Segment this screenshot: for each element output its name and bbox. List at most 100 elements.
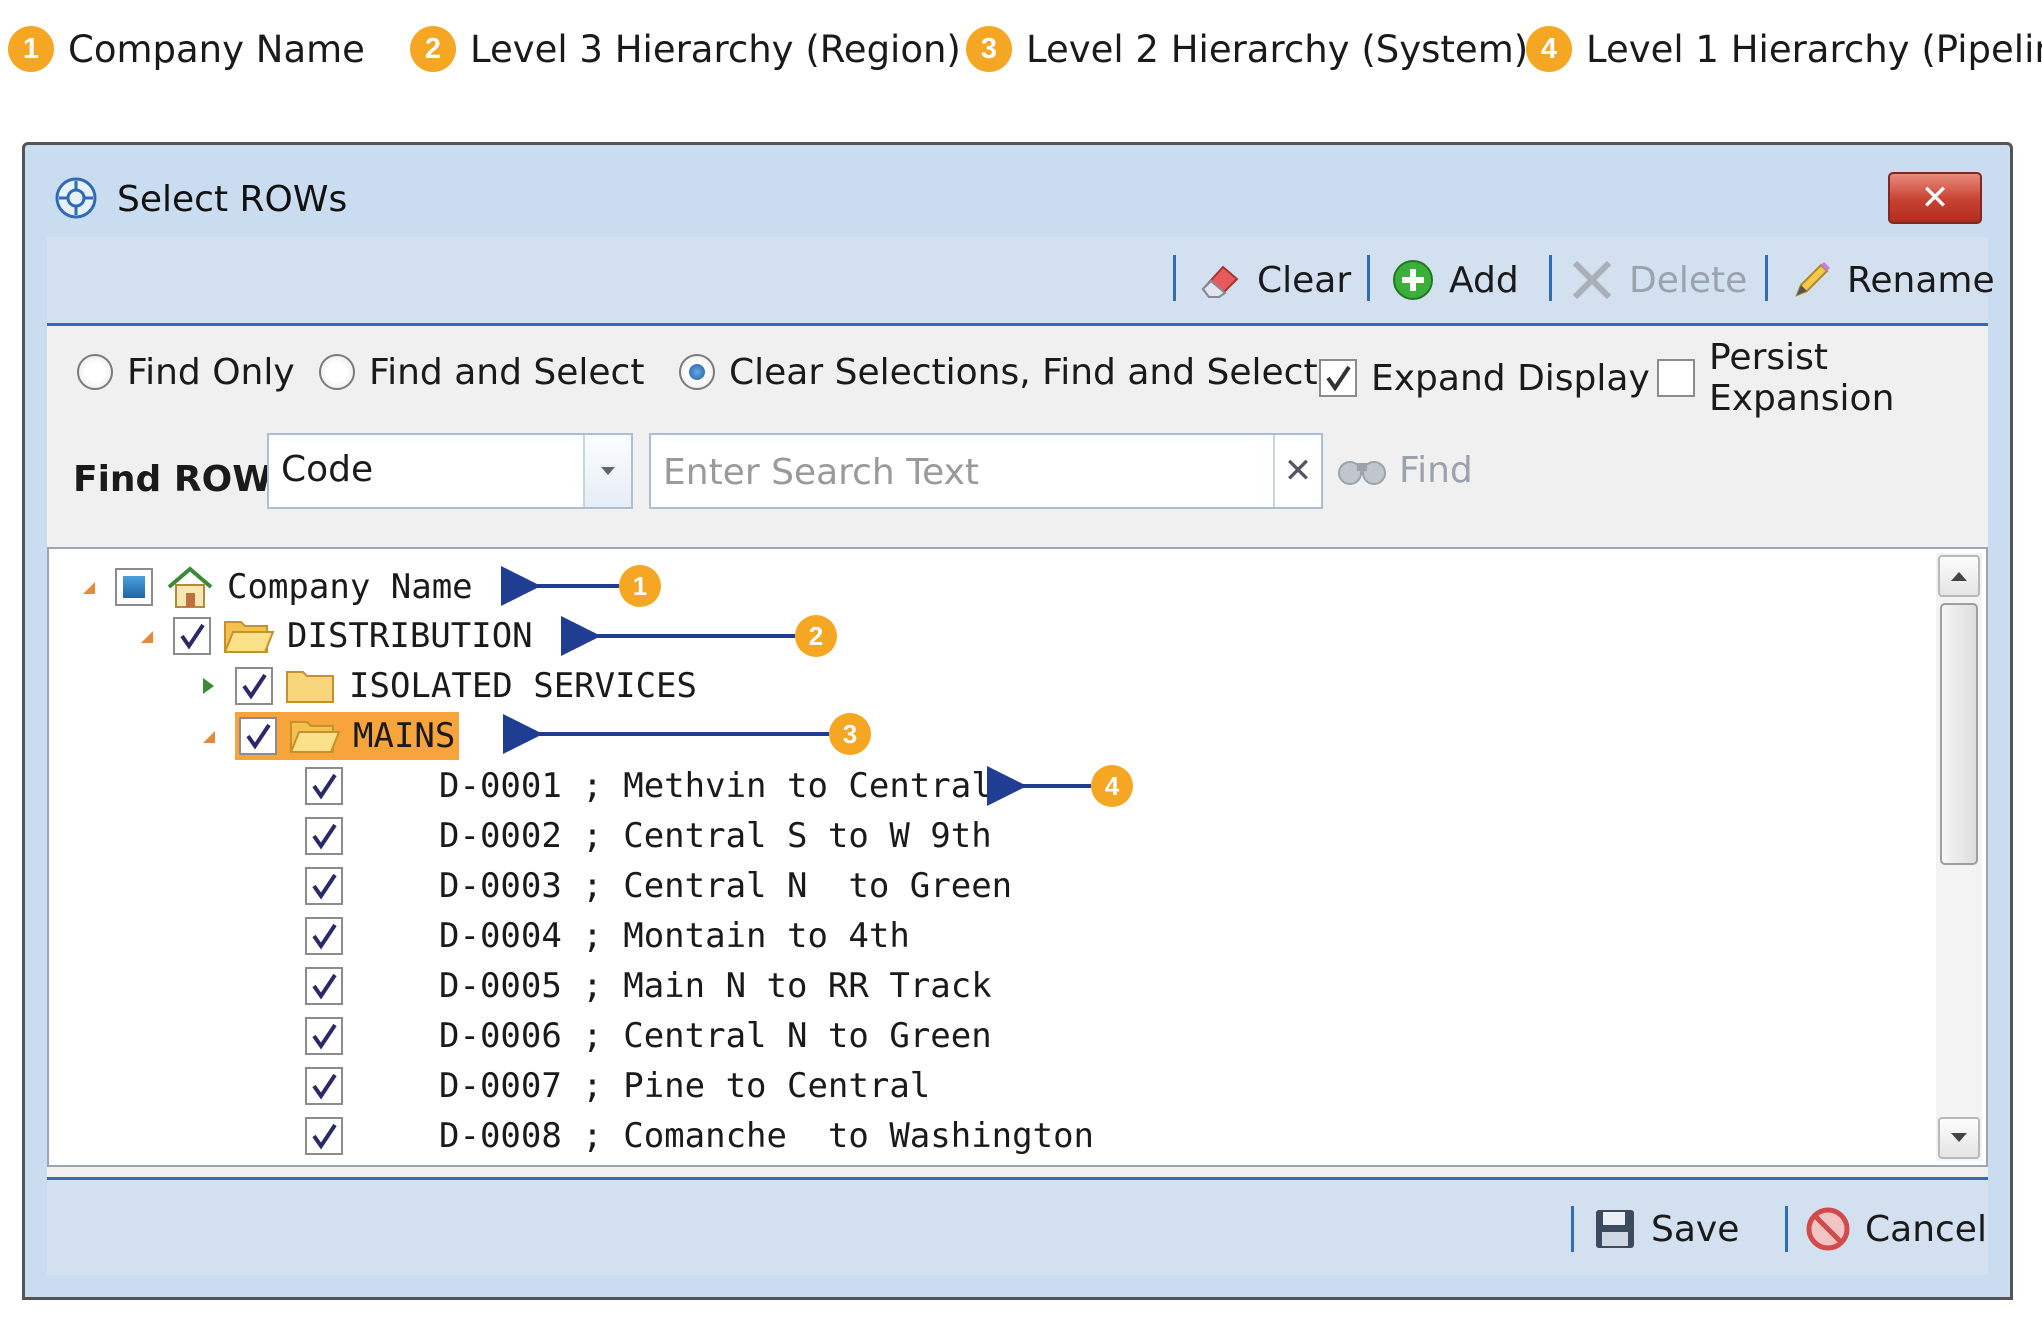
tree-node-pipeline[interactable]: D-0007 ; Pine to Central [305, 1062, 930, 1110]
home-icon [167, 566, 213, 608]
checkbox[interactable] [305, 967, 343, 1005]
title-bar[interactable]: Select ROWs ✕ [25, 145, 2010, 235]
checkmark-icon [312, 873, 337, 900]
scroll-up-button[interactable] [1938, 555, 1980, 597]
tree-node-label: D-0008 ; Comanche to Washington [439, 1116, 1095, 1156]
radio-button[interactable] [319, 354, 355, 390]
annotation-badge-4: 4 [1091, 765, 1133, 807]
delete-x-icon [1572, 260, 1612, 300]
radio-label: Find Only [127, 351, 295, 393]
radio-button[interactable] [77, 354, 113, 390]
toolbar-separator [1173, 255, 1176, 301]
folder-open-icon [289, 721, 341, 753]
delete-button[interactable]: Delete [1569, 255, 1747, 305]
tree-node-company[interactable]: Company Name [77, 563, 473, 611]
expand-display-checkbox[interactable]: Expand Display [1319, 353, 1650, 403]
save-button[interactable]: Save [1593, 1204, 1739, 1254]
legend-label: Level 2 Hierarchy (System) [1026, 27, 1529, 71]
add-button[interactable]: Add [1391, 255, 1519, 305]
checkbox[interactable] [305, 1017, 343, 1055]
collapse-arrow-icon[interactable] [77, 576, 99, 598]
checkbox[interactable] [305, 817, 343, 855]
radio-find-and-select[interactable]: Find and Select [319, 347, 644, 397]
legend-badge: 2 [410, 26, 456, 72]
tree-node-pipeline[interactable]: D-0001 ; Methvin to Central [305, 762, 992, 810]
floppy-disk-icon [1596, 1210, 1634, 1248]
checkmark-icon [242, 673, 267, 700]
chevron-down-icon [1951, 1133, 1967, 1142]
legend-badge: 4 [1526, 26, 1572, 72]
tree-node-label: D-0007 ; Pine to Central [439, 1066, 931, 1106]
find-label: Find [1399, 449, 1473, 491]
tree-node-pipeline[interactable]: D-0003 ; Central N to Green [305, 862, 1012, 910]
radio-clear-find-select[interactable]: Clear Selections, Find and Select [679, 347, 1318, 397]
tree-node-label: ISOLATED SERVICES [349, 666, 697, 706]
toolbar: Clear Add Delete Rename [47, 237, 1995, 326]
radio-find-only[interactable]: Find Only [77, 347, 295, 397]
scroll-thumb[interactable] [1940, 603, 1978, 865]
app-icon [55, 177, 97, 219]
toolbar-separator [1571, 1206, 1574, 1252]
tree-node-label: D-0003 ; Central N to Green [439, 866, 1013, 906]
scroll-down-button[interactable] [1938, 1117, 1980, 1159]
dropdown-button[interactable] [583, 435, 631, 507]
checkbox[interactable] [173, 617, 211, 655]
annotation-badge-2: 2 [795, 615, 837, 657]
checkbox[interactable] [305, 767, 343, 805]
checkbox[interactable] [305, 1067, 343, 1105]
checkmark-icon [1326, 365, 1351, 392]
find-row-label: Find ROW [73, 459, 272, 500]
chevron-down-icon [601, 467, 615, 475]
collapse-arrow-icon[interactable] [197, 725, 219, 747]
clear-label: Clear [1257, 259, 1352, 301]
close-icon: ✕ [1920, 178, 1950, 218]
annotation-badge-1: 1 [619, 565, 661, 607]
rename-button[interactable]: Rename [1791, 255, 1995, 305]
checkbox[interactable] [305, 1117, 343, 1155]
checkmark-icon [312, 1023, 337, 1050]
checkbox[interactable] [305, 917, 343, 955]
expand-arrow-icon[interactable] [197, 675, 219, 697]
tree-node-region[interactable]: DISTRIBUTION [135, 612, 533, 660]
checkbox[interactable] [1319, 359, 1357, 397]
checkbox-partial[interactable] [115, 568, 153, 606]
tree-node-system[interactable]: ISOLATED SERVICES [197, 662, 697, 710]
checkmark-icon [312, 923, 337, 950]
tree-node-pipeline[interactable]: D-0004 ; Montain to 4th [305, 912, 910, 960]
delete-label: Delete [1629, 259, 1748, 301]
dialog-footer: Save Cancel [47, 1177, 1988, 1275]
checkbox[interactable] [305, 867, 343, 905]
tree-node-pipeline[interactable]: D-0002 ; Central S to W 9th [305, 812, 992, 860]
tree-node-pipeline[interactable]: D-0008 ; Comanche to Washington [305, 1112, 1094, 1160]
checkbox[interactable] [235, 667, 273, 705]
checkmark-icon [312, 1123, 337, 1150]
find-field-select[interactable]: Code [267, 433, 633, 509]
tree-node-pipeline[interactable]: D-0006 ; Central N to Green [305, 1012, 992, 1060]
dialog-body: Clear Add Delete Rename Find Only Find a… [47, 237, 1995, 1275]
tree-node-label: DISTRIBUTION [287, 616, 533, 656]
select-rows-dialog: Select ROWs ✕ Clear Add Delete Rename Fi… [22, 142, 2013, 1300]
tree-node-pipeline[interactable]: D-0005 ; Main N to RR Track [305, 962, 992, 1010]
tree-node-system-selected[interactable]: MAINS [197, 712, 460, 760]
tree-scrollbar[interactable] [1936, 553, 1982, 1161]
save-label: Save [1651, 1208, 1740, 1250]
search-input[interactable] [661, 445, 1265, 499]
folder-open-icon [223, 621, 275, 653]
checkbox[interactable] [239, 717, 277, 755]
close-button[interactable]: ✕ [1888, 172, 1982, 224]
checkbox[interactable] [1657, 359, 1695, 397]
persist-expansion-checkbox[interactable]: Persist Expansion [1657, 337, 1988, 419]
clear-button[interactable]: Clear [1197, 255, 1351, 305]
clear-search-icon[interactable]: ✕ [1273, 435, 1321, 507]
cancel-button[interactable]: Cancel [1805, 1204, 1987, 1254]
radio-button-selected[interactable] [679, 354, 715, 390]
checkmark-icon [312, 823, 337, 850]
tree-node-label: D-0005 ; Main N to RR Track [439, 966, 992, 1006]
collapse-arrow-icon[interactable] [135, 625, 157, 647]
tree-node-label: D-0002 ; Central S to W 9th [439, 816, 992, 856]
eraser-icon [1201, 265, 1239, 298]
find-button[interactable]: Find [1337, 437, 1473, 503]
legend-label: Level 1 Hierarchy (Pipeline) [1586, 27, 2042, 71]
checkmark-icon [312, 1073, 337, 1100]
binoculars-icon [1338, 461, 1386, 485]
